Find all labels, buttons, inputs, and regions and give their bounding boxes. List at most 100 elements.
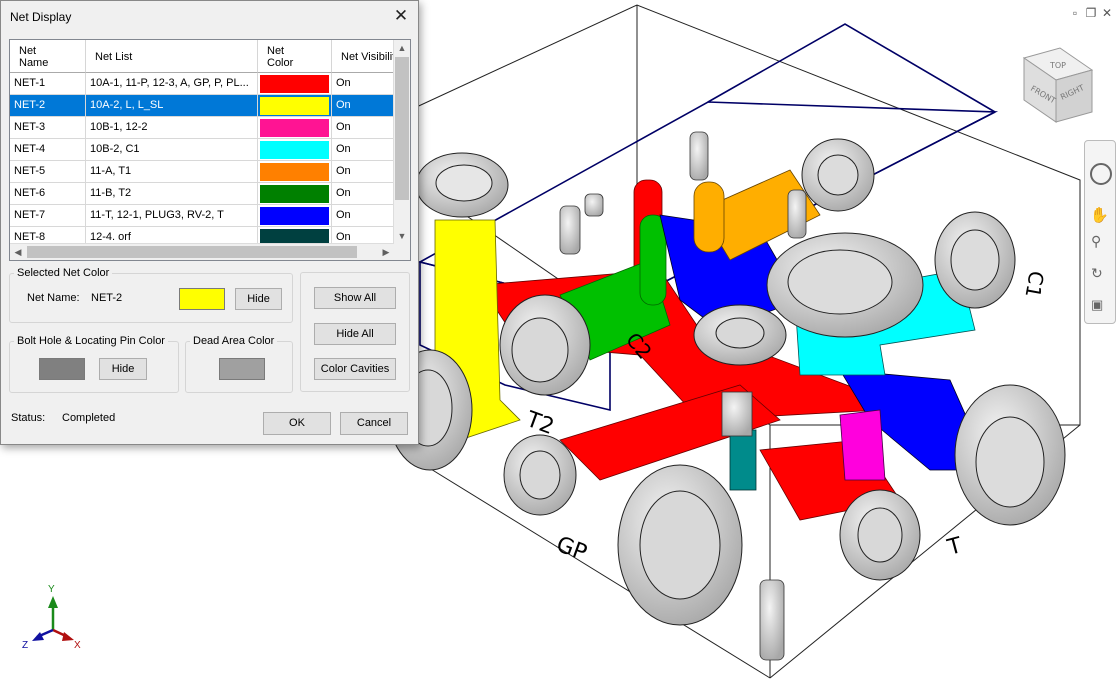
cancel-button[interactable]: Cancel [340,412,408,435]
net-color-swatch[interactable] [260,163,329,181]
dead-area-color-legend: Dead Area Color [193,335,275,347]
triad-y: Y [48,584,55,595]
view-cube-top[interactable]: TOP [1049,61,1066,70]
ok-button[interactable]: OK [263,412,331,435]
net-name-cell[interactable]: NET-3 [10,117,86,138]
net-name-label: Net Name: [27,292,80,304]
show-all-button[interactable]: Show All [314,287,396,309]
vertical-scroll-thumb[interactable] [395,57,409,200]
table-row[interactable]: NET-1 10A-1, 11-P, 12-3, A, GP, P, PL... O… [10,73,394,95]
orbit-icon[interactable]: ↻ [1091,265,1103,282]
port-top-right [801,138,875,212]
net-list-cell[interactable]: 11-T, 12-1, PLUG3, RV-2, T [86,205,258,226]
net-list-cell[interactable]: 10A-2, L, L_SL [86,95,258,116]
status-value: Completed [62,412,116,424]
bolt-hole-color-swatch[interactable] [39,358,85,380]
net-name-cell[interactable]: NET-5 [10,161,86,182]
net-visibility-cell[interactable]: On [332,183,394,204]
table-row[interactable]: NET-3 10B-1, 12-2 On [10,117,394,139]
net-name-cell[interactable]: NET-4 [10,139,86,160]
pan-icon[interactable]: ✋ [1090,206,1109,224]
net-color-swatch[interactable] [260,141,329,159]
port-c2 [499,294,591,396]
port-t [954,384,1066,526]
color-cavities-button[interactable]: Color Cavities [314,358,396,380]
net-color-swatch[interactable] [260,119,329,137]
net-color-swatch[interactable] [260,75,329,93]
scroll-left-icon[interactable]: ◀ [10,244,26,260]
look-icon[interactable]: ▣ [1091,297,1103,313]
hide-bolt-hole-button[interactable]: Hide [99,358,147,380]
scroll-down-icon[interactable]: ▼ [394,228,410,244]
triad-z: Z [22,640,28,651]
restore-icon[interactable]: ❐ [1084,6,1098,20]
scroll-right-icon[interactable]: ▶ [378,244,394,260]
net-color-swatch[interactable] [260,97,329,115]
net-name-cell[interactable]: NET-2 [10,95,86,116]
net-visibility-cell[interactable]: On [332,161,394,182]
net-list-cell[interactable]: 10B-1, 12-2 [86,117,258,138]
net-color-cell[interactable] [258,205,332,226]
port-bottom-right-small [839,489,921,581]
net-color-cell[interactable] [258,161,332,182]
net-color-cell[interactable] [258,117,332,138]
table-row[interactable]: NET-7 11-T, 12-1, PLUG3, RV-2, T On [10,205,394,227]
column-header-net-color[interactable]: Net Color [258,40,332,73]
column-header-net-visibility[interactable]: Net Visibility [332,40,401,73]
net-name-cell[interactable]: NET-6 [10,183,86,204]
axis-triad: Y X Z [22,584,81,651]
column-header-net-name[interactable]: Net Name [10,40,86,73]
column-header-net-list[interactable]: Net List [86,40,258,73]
bolt-hole-color-group: Bolt Hole & Locating Pin Color [9,335,179,393]
net-visibility-cell[interactable]: On [332,205,394,226]
net-name-cell[interactable]: NET-7 [10,205,86,226]
port-top-left [415,152,509,218]
net-color-cell[interactable] [258,95,332,116]
vertical-scrollbar[interactable]: ▲ ▼ [393,40,410,260]
zoom-icon[interactable]: ⚲ [1091,233,1101,250]
net-color-cell[interactable] [258,183,332,204]
close-icon[interactable]: ✕ [390,5,412,27]
port-c1 [934,211,1016,309]
port-label-gp: GP [553,532,590,566]
navigation-bar: ✋ ⚲ ↻ ▣ [1084,140,1116,324]
port-label-t: T [944,533,965,561]
net-list-cell[interactable]: 10B-2, C1 [86,139,258,160]
port-gp [617,464,743,626]
net-visibility-cell[interactable]: On [332,95,394,116]
close-viewport-icon[interactable]: ✕ [1100,6,1114,20]
net-list-cell[interactable]: 10A-1, 11-P, 12-3, A, GP, P, PL... [86,73,258,94]
dialog-title: Net Display [10,10,72,24]
minimize-icon[interactable]: ▫ [1068,6,1082,20]
net-color-cell[interactable] [258,73,332,94]
table-row[interactable]: NET-2 10A-2, L, L_SL On [10,95,394,117]
scroll-up-icon[interactable]: ▲ [394,40,410,56]
net-visibility-cell[interactable]: On [332,117,394,138]
selected-net-color-legend: Selected Net Color [17,267,110,279]
view-cube[interactable]: TOP FRONT RIGHT [1022,47,1094,123]
table-row[interactable]: NET-4 10B-2, C1 On [10,139,394,161]
net-display-dialog: Net Display ✕ Net Name Net List Net Colo… [0,0,419,445]
dead-area-color-swatch[interactable] [219,358,265,380]
net-color-swatch[interactable] [260,185,329,203]
hide-net-button[interactable]: Hide [235,288,282,310]
net-color-swatch[interactable] [260,207,329,225]
net-name-cell[interactable]: NET-1 [10,73,86,94]
net-table[interactable]: Net Name Net List Net Color Net Visibili… [9,39,411,261]
port-label-c1: C1 [1020,269,1048,299]
table-row[interactable]: NET-6 11-B, T2 On [10,183,394,205]
port-t2-small [503,434,577,516]
net-visibility-cell[interactable]: On [332,73,394,94]
net-list-cell[interactable]: 11-A, T1 [86,161,258,182]
hide-all-button[interactable]: Hide All [314,323,396,345]
horizontal-scrollbar[interactable]: ◀ ▶ [10,243,394,260]
steering-wheel-icon[interactable] [1090,163,1112,185]
triad-x: X [74,640,81,651]
selected-net-color-swatch[interactable] [179,288,225,310]
horizontal-scroll-thumb[interactable] [27,246,357,258]
port-label-t2: T2 [522,407,557,440]
table-row[interactable]: NET-5 11-A, T1 On [10,161,394,183]
net-list-cell[interactable]: 11-B, T2 [86,183,258,204]
net-visibility-cell[interactable]: On [332,139,394,160]
net-color-cell[interactable] [258,139,332,160]
